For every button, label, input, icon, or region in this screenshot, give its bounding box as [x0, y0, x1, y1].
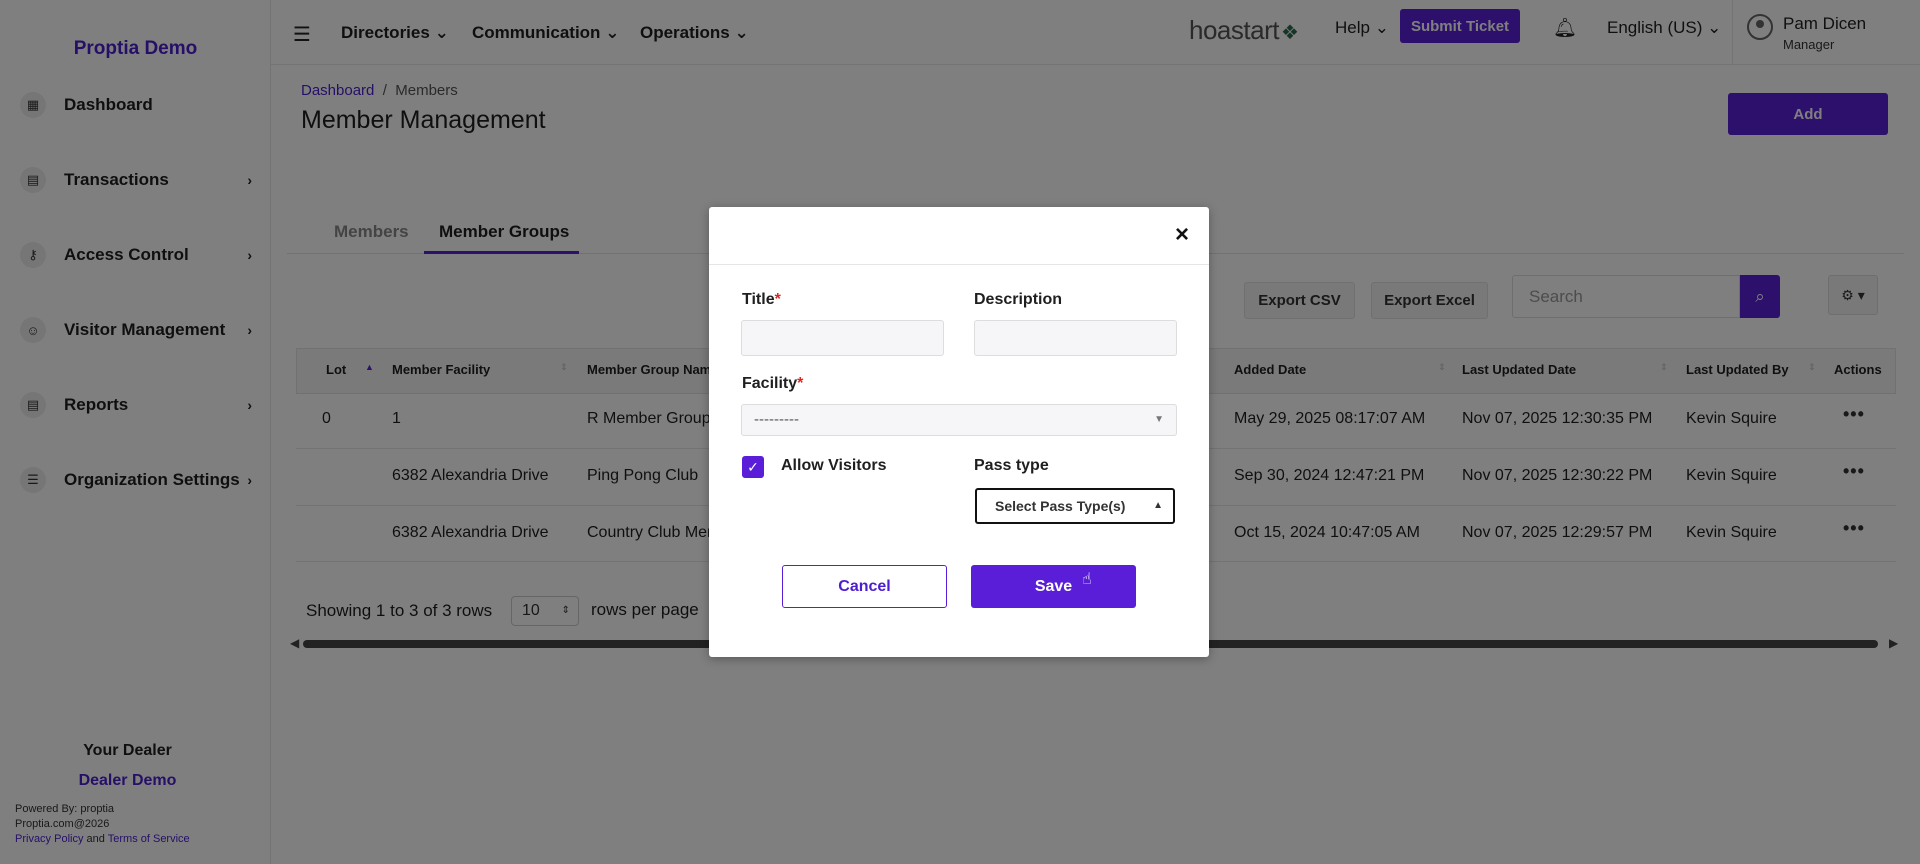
pass-type-select-value: Select Pass Type(s) [995, 498, 1126, 514]
modal-header-divider [709, 264, 1209, 265]
caret-up-icon: ▲ [1153, 500, 1163, 511]
hand-cursor-icon: ☝ [1082, 571, 1092, 588]
facility-select[interactable]: --------- ▼ [741, 404, 1177, 436]
title-input[interactable] [741, 320, 944, 356]
facility-select-value: --------- [754, 411, 799, 428]
required-marker: * [774, 291, 781, 308]
save-button[interactable]: Save [971, 565, 1136, 608]
required-marker: * [797, 375, 804, 392]
pass-type-label: Pass type [974, 457, 1049, 474]
title-label: Title* [742, 291, 781, 309]
pass-type-select[interactable]: Select Pass Type(s) ▲ [975, 488, 1175, 524]
facility-label-text: Facility [742, 375, 798, 392]
member-group-modal: × Title* Description Facility* ---------… [709, 207, 1209, 657]
allow-visitors-checkbox[interactable]: ✓ [742, 456, 764, 478]
close-icon[interactable]: × [1175, 221, 1189, 249]
description-label: Description [974, 291, 1063, 308]
check-icon: ✓ [747, 459, 759, 475]
allow-visitors-label[interactable]: Allow Visitors [781, 457, 887, 475]
caret-down-icon: ▼ [1154, 414, 1164, 425]
cancel-button[interactable]: Cancel [782, 565, 947, 608]
title-label-text: Title [742, 291, 775, 308]
facility-label: Facility* [742, 375, 803, 393]
description-input[interactable] [974, 320, 1177, 356]
